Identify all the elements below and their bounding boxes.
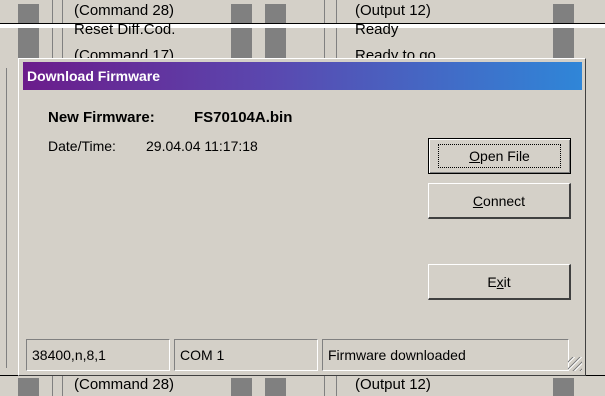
exit-accelerator: x — [496, 273, 504, 290]
background-output-label: (Output 12) — [355, 376, 431, 393]
row-block — [265, 378, 286, 396]
row-block — [265, 28, 286, 58]
side-divider — [6, 68, 7, 368]
column-divider — [336, 376, 337, 396]
row-block — [231, 378, 252, 396]
column-divider — [52, 0, 53, 23]
connect-label: onnect — [483, 192, 526, 209]
column-divider — [62, 0, 63, 23]
row-block — [231, 28, 252, 58]
connect-accelerator: C — [472, 192, 484, 209]
background-command-label: Reset Diff.Cod. — [74, 21, 176, 38]
column-divider — [324, 28, 325, 58]
column-divider — [62, 28, 63, 58]
background-row-bottom: (Command 28) (Output 12) — [0, 376, 605, 396]
exit-button[interactable]: Ex it — [428, 264, 571, 300]
row-block — [265, 4, 286, 23]
status-message-panel: Firmware downloaded — [322, 339, 569, 371]
background-output-label: Ready — [355, 21, 399, 38]
exit-label-start: E — [487, 273, 497, 290]
connect-button[interactable]: Connect — [428, 183, 571, 219]
row-block — [553, 378, 574, 396]
row-block — [18, 378, 39, 396]
background-row-top: (Command 28) (Output 12) — [0, 0, 605, 23]
open-file-accelerator: O — [469, 148, 481, 164]
row-block — [18, 28, 39, 58]
row-block — [18, 4, 39, 23]
resize-grip-icon[interactable] — [568, 357, 582, 371]
column-divider — [324, 0, 325, 23]
background-side-left — [0, 58, 18, 376]
row-block — [553, 28, 574, 58]
open-file-label: pen File — [480, 148, 530, 164]
exit-label-end: it — [503, 273, 511, 290]
background-command-label: (Command 28) — [74, 2, 175, 19]
column-divider — [52, 28, 53, 58]
background-side-right — [586, 58, 605, 376]
column-divider — [336, 0, 337, 23]
datetime-value: 29.04.04 11:17:18 — [146, 138, 258, 154]
row-block — [553, 4, 574, 23]
dialog-title-bar[interactable]: Download Firmware — [23, 62, 582, 90]
status-bar: 38400,n,8,1 COM 1 Firmware downloaded — [19, 335, 585, 375]
focus-rectangle: Open File — [438, 144, 561, 168]
new-firmware-filename: FS70104A.bin — [194, 109, 293, 126]
background-command-label: (Command 28) — [74, 376, 175, 393]
datetime-label: Date/Time: — [48, 138, 116, 154]
status-port-panel: COM 1 — [174, 339, 318, 371]
open-file-button[interactable]: Open File — [428, 138, 571, 174]
row-block — [231, 4, 252, 23]
background-row-second: Reset Diff.Cod. Ready (Command 17) Ready… — [0, 21, 605, 64]
column-divider — [336, 28, 337, 58]
new-firmware-label: New Firmware: — [48, 109, 155, 126]
column-divider — [52, 376, 53, 396]
column-divider — [62, 376, 63, 396]
dialog-title: Download Firmware — [27, 68, 161, 84]
download-firmware-dialog: Download Firmware New Firmware: FS70104A… — [18, 58, 586, 376]
background-output-label: (Output 12) — [355, 2, 431, 19]
status-baud-panel: 38400,n,8,1 — [26, 339, 170, 371]
column-divider — [324, 376, 325, 396]
